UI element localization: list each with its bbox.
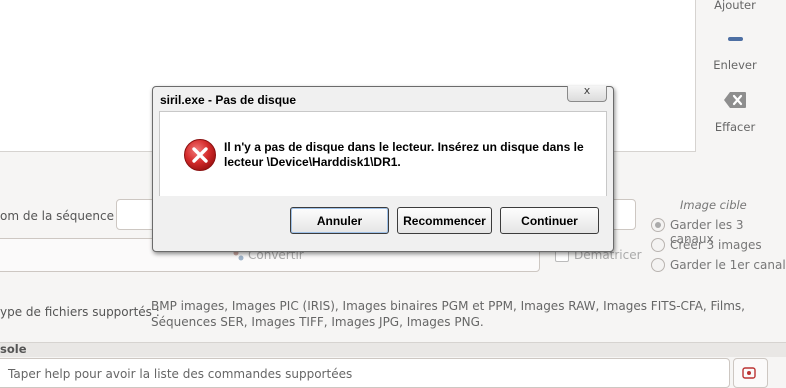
error-icon xyxy=(184,139,216,171)
radio-label-keep-1st-channel: Garder le 1er canal xyxy=(670,258,786,272)
remove-label: Enlever xyxy=(713,58,757,72)
erase-icon xyxy=(723,91,747,109)
image-target-title: Image cible xyxy=(680,198,747,212)
dialog-title: siril.exe - Pas de disque xyxy=(160,93,297,107)
minus-icon xyxy=(727,37,743,41)
continue-label: Continuer xyxy=(521,213,578,228)
help-icon xyxy=(742,367,756,379)
console-header xyxy=(0,342,786,357)
retry-button[interactable]: Recommencer xyxy=(397,207,492,234)
dialog-message: Il n'y a pas de disque dans le lecteur. … xyxy=(224,140,584,169)
file-types-text: BMP images, Images PIC (IRIS), Images bi… xyxy=(151,299,745,329)
file-types-label: ype de fichiers supportés : xyxy=(0,305,160,319)
dialog-close-button[interactable]: x xyxy=(567,84,607,102)
add-button[interactable]: Ajouter xyxy=(695,0,775,12)
clear-button[interactable]: Effacer xyxy=(695,91,775,134)
remove-button[interactable]: Enlever xyxy=(695,30,775,72)
radio-label-create-3-images: Créer 3 images xyxy=(670,238,762,252)
clear-label: Effacer xyxy=(714,120,756,134)
radio-keep-3-channels[interactable] xyxy=(651,218,665,232)
continue-button[interactable]: Continuer xyxy=(500,207,599,234)
add-label: Ajouter xyxy=(714,0,756,12)
cancel-button[interactable]: Annuler xyxy=(290,207,389,234)
radio-create-3-images[interactable] xyxy=(651,238,665,252)
radio-keep-1st-channel[interactable] xyxy=(651,258,665,272)
cancel-label: Annuler xyxy=(316,213,363,228)
retry-label: Recommencer xyxy=(403,213,486,228)
console-label: sole xyxy=(0,342,27,356)
close-icon: x xyxy=(583,84,591,97)
sequence-name-label: om de la séquence : xyxy=(0,209,122,223)
